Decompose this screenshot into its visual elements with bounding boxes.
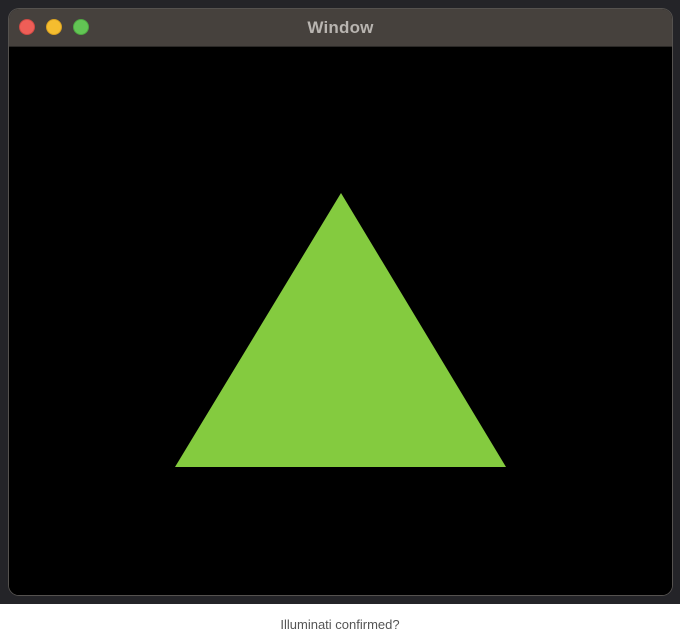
app-window: Window bbox=[9, 9, 672, 595]
window-title: Window bbox=[307, 18, 374, 37]
window-titlebar[interactable]: Window bbox=[9, 9, 672, 47]
render-canvas bbox=[9, 47, 672, 595]
render-surface bbox=[9, 47, 672, 595]
image-caption: Illuminati confirmed? bbox=[280, 617, 400, 632]
